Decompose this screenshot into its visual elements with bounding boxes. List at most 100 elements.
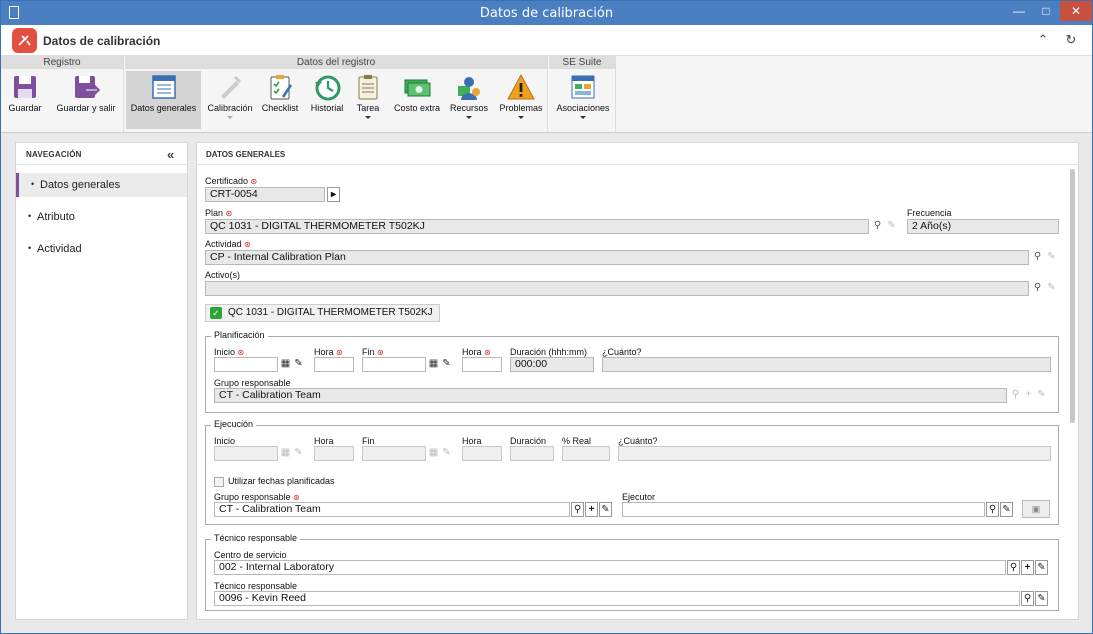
certificate-label: Certificado ⊛ [205,176,258,186]
maximize-button[interactable]: □ [1033,1,1059,21]
planning-start-time-label: Hora ⊛ [314,347,343,357]
bullet-icon: • [28,243,32,253]
close-button[interactable]: ✕ [1060,1,1092,21]
problems-button[interactable]: Problemas [497,71,545,129]
resources-label: Recursos [449,103,488,113]
task-button[interactable]: Tarea [353,71,383,129]
clear-icon[interactable]: ✎ [292,357,305,371]
add-icon[interactable]: + [1022,388,1035,402]
nav-item-atributo[interactable]: • Atributo [16,205,187,229]
clear-icon[interactable]: ✎ [1045,250,1058,264]
calendar-icon[interactable]: ▦ [427,357,440,371]
search-icon[interactable]: ⚲ [1007,560,1020,575]
clear-icon[interactable]: ✎ [1000,502,1013,517]
assets-label: Activo(s) [205,270,241,280]
planning-end-time-input[interactable] [462,357,502,372]
resources-icon [458,77,480,100]
executor-field[interactable] [622,502,985,517]
use-planned-dates-checkbox[interactable] [214,477,224,487]
lock-button[interactable]: ▣ [1022,500,1050,518]
asset-chip[interactable]: ✓ QC 1031 - DIGITAL THERMOMETER T502KJ [205,304,440,322]
planning-start-date-input[interactable] [214,357,278,372]
calendar-icon[interactable]: ▦ [279,357,292,371]
clear-icon[interactable]: ✎ [1035,560,1048,575]
checklist-button[interactable]: Checklist [259,71,301,129]
assets-field[interactable] [205,281,1029,296]
execution-how-much-label: ¿Cuánto? [618,436,658,446]
save-button[interactable]: Guardar [7,71,43,129]
add-icon[interactable]: + [1021,560,1034,575]
execution-start-date-input[interactable] [214,446,278,461]
history-button[interactable]: Historial [305,71,349,129]
search-icon[interactable]: ⚲ [571,502,584,517]
clear-icon[interactable]: ✎ [292,446,305,460]
search-icon[interactable]: ⚲ [1031,281,1044,295]
planning-start-time-input[interactable] [314,357,354,372]
nav-item-actividad[interactable]: • Actividad [16,237,187,261]
minimize-button[interactable]: — [1006,1,1032,21]
general-data-button[interactable]: Datos generales [126,71,201,129]
refresh-icon[interactable]: ↻ [1063,32,1079,48]
checklist-icon [270,75,293,100]
clear-icon[interactable]: ✎ [440,446,453,460]
execution-real-field [562,446,610,461]
search-icon[interactable]: ⚲ [1009,388,1022,402]
calendar-icon[interactable]: ▦ [427,446,440,460]
plan-field[interactable]: QC 1031 - DIGITAL THERMOMETER T502KJ [205,219,869,234]
nav-item-datos-generales[interactable]: • Datos generales [16,173,187,197]
associations-button[interactable]: Asociaciones [553,71,613,129]
check-icon: ✓ [210,307,222,319]
plan-label: Plan ⊛ [205,208,233,218]
planning-group-label: Grupo responsable [214,378,291,388]
required-icon: ⊛ [244,240,251,249]
calibration-logo-icon [12,28,37,53]
execution-end-label: Fin [362,436,375,446]
save-exit-icon [75,76,100,98]
execution-end-time-label: Hora [462,436,482,446]
technician-field[interactable]: 0096 - Kevin Reed [214,591,1020,606]
clear-icon[interactable]: ✎ [1035,591,1048,606]
planning-duration-label: Duración (hhh:mm) [510,347,588,357]
navigation-header: NAVEGACIÓN « [16,143,187,165]
execution-how-much-field [618,446,1051,461]
execution-end-date-input[interactable] [362,446,426,461]
ribbon-group-registro: Registro Guardar Guardar y salir [1,56,124,133]
clear-icon[interactable]: ✎ [599,502,612,517]
planning-group-field[interactable]: CT - Calibration Team [214,388,1007,403]
execution-group-label: Grupo responsable ⊛ [214,492,300,502]
save-and-exit-button[interactable]: Guardar y salir [53,71,119,129]
add-icon[interactable]: + [585,502,598,517]
execution-start-label: Inicio [214,436,236,446]
planning-end-date-input[interactable] [362,357,426,372]
clear-icon[interactable]: ✎ [885,219,898,233]
search-icon[interactable]: ⚲ [1031,250,1044,264]
resources-button[interactable]: Recursos [447,71,491,129]
execution-start-time-input[interactable] [314,446,354,461]
chevron-down-icon [365,116,371,119]
extra-cost-button[interactable]: Costo extra [390,71,444,129]
clear-icon[interactable]: ✎ [1035,388,1048,402]
calibration-button[interactable]: Calibración [205,71,255,129]
search-icon[interactable]: ⚲ [1021,591,1034,606]
execution-end-time-input[interactable] [462,446,502,461]
save-label: Guardar [8,103,42,113]
app-header: Datos de calibración ⌃ ↻ [1,25,1092,56]
planning-end-time-label: Hora ⊛ [462,347,491,357]
nav-item-label: Atributo [37,211,75,223]
clear-icon[interactable]: ✎ [440,357,453,371]
collapse-left-icon[interactable]: « [167,147,174,162]
activity-field[interactable]: CP - Internal Calibration Plan [205,250,1029,265]
execution-group-field[interactable]: CT - Calibration Team [214,502,570,517]
title-bar: Datos de calibración — □ ✕ [1,1,1092,25]
calendar-icon[interactable]: ▦ [279,446,292,460]
clear-icon[interactable]: ✎ [1045,281,1058,295]
collapse-up-icon[interactable]: ⌃ [1035,32,1051,48]
save-icon [14,76,36,98]
certificate-field[interactable]: CRT-0054 [205,187,325,202]
vertical-scrollbar[interactable] [1070,169,1075,423]
extra-cost-label: Costo extra [393,103,441,113]
next-arrow-icon[interactable]: ▸ [327,187,340,202]
service-center-field[interactable]: 002 - Internal Laboratory [214,560,1006,575]
search-icon[interactable]: ⚲ [871,219,884,233]
search-icon[interactable]: ⚲ [986,502,999,517]
